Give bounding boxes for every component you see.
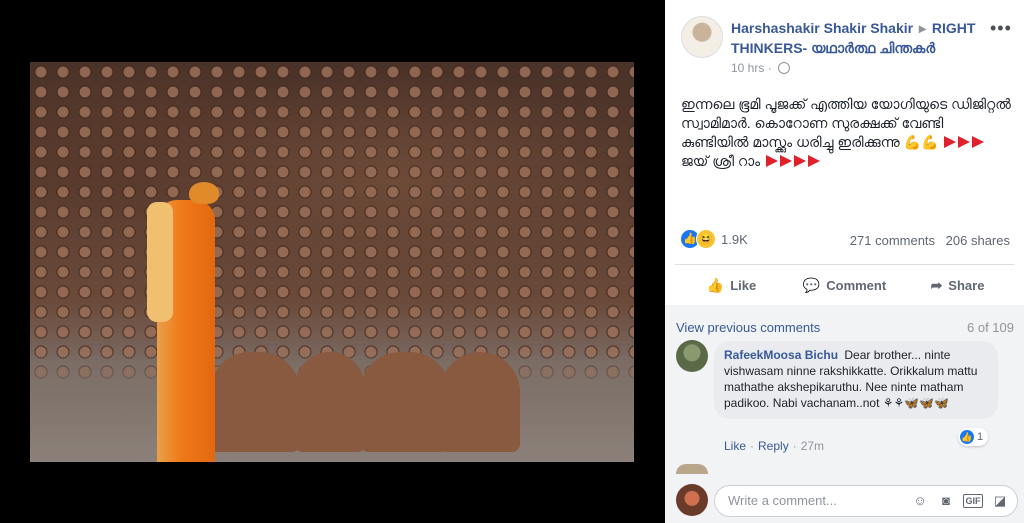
next-commenter-avatar[interactable] (676, 464, 708, 474)
post-actions: 👍 Like 💬 Comment ➦ Share (675, 270, 1014, 300)
divider (675, 264, 1014, 265)
share-arrow-icon: ➦ (930, 276, 943, 293)
commenter-name-link[interactable]: RafeekMoosa Bichu (724, 348, 838, 362)
haha-reaction-icon: 😆 (696, 229, 716, 249)
flag-icon (794, 155, 806, 167)
post-time[interactable]: 10 hrs (731, 61, 764, 75)
commenter-avatar[interactable] (676, 340, 708, 372)
speech-bubble-icon: 💬 (802, 276, 821, 293)
flag-icon (972, 136, 985, 148)
flag-icon (958, 136, 971, 148)
comments-count-link[interactable]: 271 comments (850, 233, 935, 248)
photo-viewer (0, 0, 665, 523)
more-options-icon[interactable]: ••• (990, 18, 1012, 39)
comment-reaction-count: 1 (977, 431, 984, 443)
comment-label: Comment (826, 277, 887, 293)
like-label: Like (730, 277, 757, 293)
photo-figure (295, 352, 365, 452)
meta-dot: · (767, 61, 772, 75)
author-avatar[interactable] (681, 16, 723, 58)
post-header: Harshashakir Shakir Shakir ▸ RIGHT THINK… (731, 18, 989, 58)
caret-right-icon: ▸ (919, 20, 927, 36)
reactions-count: 1.9K (721, 231, 748, 247)
flag-icon (808, 155, 820, 167)
comment-reaction-badge[interactable]: 👍 1 (958, 428, 989, 446)
gif-icon[interactable]: GIF (963, 494, 983, 508)
comment-bubble: RafeekMoosa Bichu Dear brother... ninte … (714, 341, 998, 419)
comment-actions: Like · Reply · 27m (724, 439, 825, 453)
flag-icon (780, 155, 792, 167)
reactions-summary[interactable]: 👍 😆 1.9K (680, 229, 748, 249)
photo-figure (440, 352, 520, 452)
like-button[interactable]: 👍 Like (675, 270, 788, 300)
share-button[interactable]: ➦ Share (901, 270, 1014, 300)
view-previous-comments-link[interactable]: View previous comments (676, 320, 820, 335)
comment-reply-link[interactable]: Reply (758, 439, 789, 453)
current-user-avatar (676, 484, 708, 516)
photo-monk-figure (147, 182, 219, 462)
camera-icon[interactable]: ◙ (937, 493, 955, 509)
thumbs-up-icon: 👍 (706, 276, 725, 293)
photo-figure (210, 352, 300, 452)
post-meta: 10 hrs · (731, 61, 791, 75)
photo-crowd (30, 62, 634, 382)
comment-page-count: 6 of 109 (967, 320, 1014, 335)
write-comment-box[interactable]: ☺ ◙ GIF ◪ (714, 485, 1018, 517)
post-text: ഇന്നലെ ഭൂമി പൂജക്ക് എത്തിയ യോഗിയുടെ ഡിജി… (681, 95, 1011, 171)
flag-icon (944, 136, 957, 148)
comment-tools: ☺ ◙ GIF ◪ (911, 493, 1009, 509)
share-label: Share (948, 277, 985, 293)
photo-figure (360, 352, 450, 452)
comment-button[interactable]: 💬 Comment (788, 270, 901, 300)
write-comment-input[interactable] (726, 492, 900, 509)
author-name-link[interactable]: Harshashakir Shakir Shakir (731, 20, 913, 36)
globe-icon (778, 62, 791, 74)
post-photo[interactable] (30, 62, 634, 462)
flag-icon (766, 155, 778, 167)
comment-time[interactable]: 27m (801, 439, 824, 453)
smiley-icon[interactable]: ☺ (911, 493, 929, 509)
engagement-counts: 271 comments 206 shares (850, 233, 1010, 248)
shares-count-link[interactable]: 206 shares (946, 233, 1010, 248)
like-reaction-icon: 👍 (960, 430, 974, 444)
comment-like-link[interactable]: Like (724, 439, 746, 453)
post-body-tail: ജയ് ശ്രീ റാം (681, 153, 761, 169)
sticker-icon[interactable]: ◪ (991, 493, 1009, 509)
